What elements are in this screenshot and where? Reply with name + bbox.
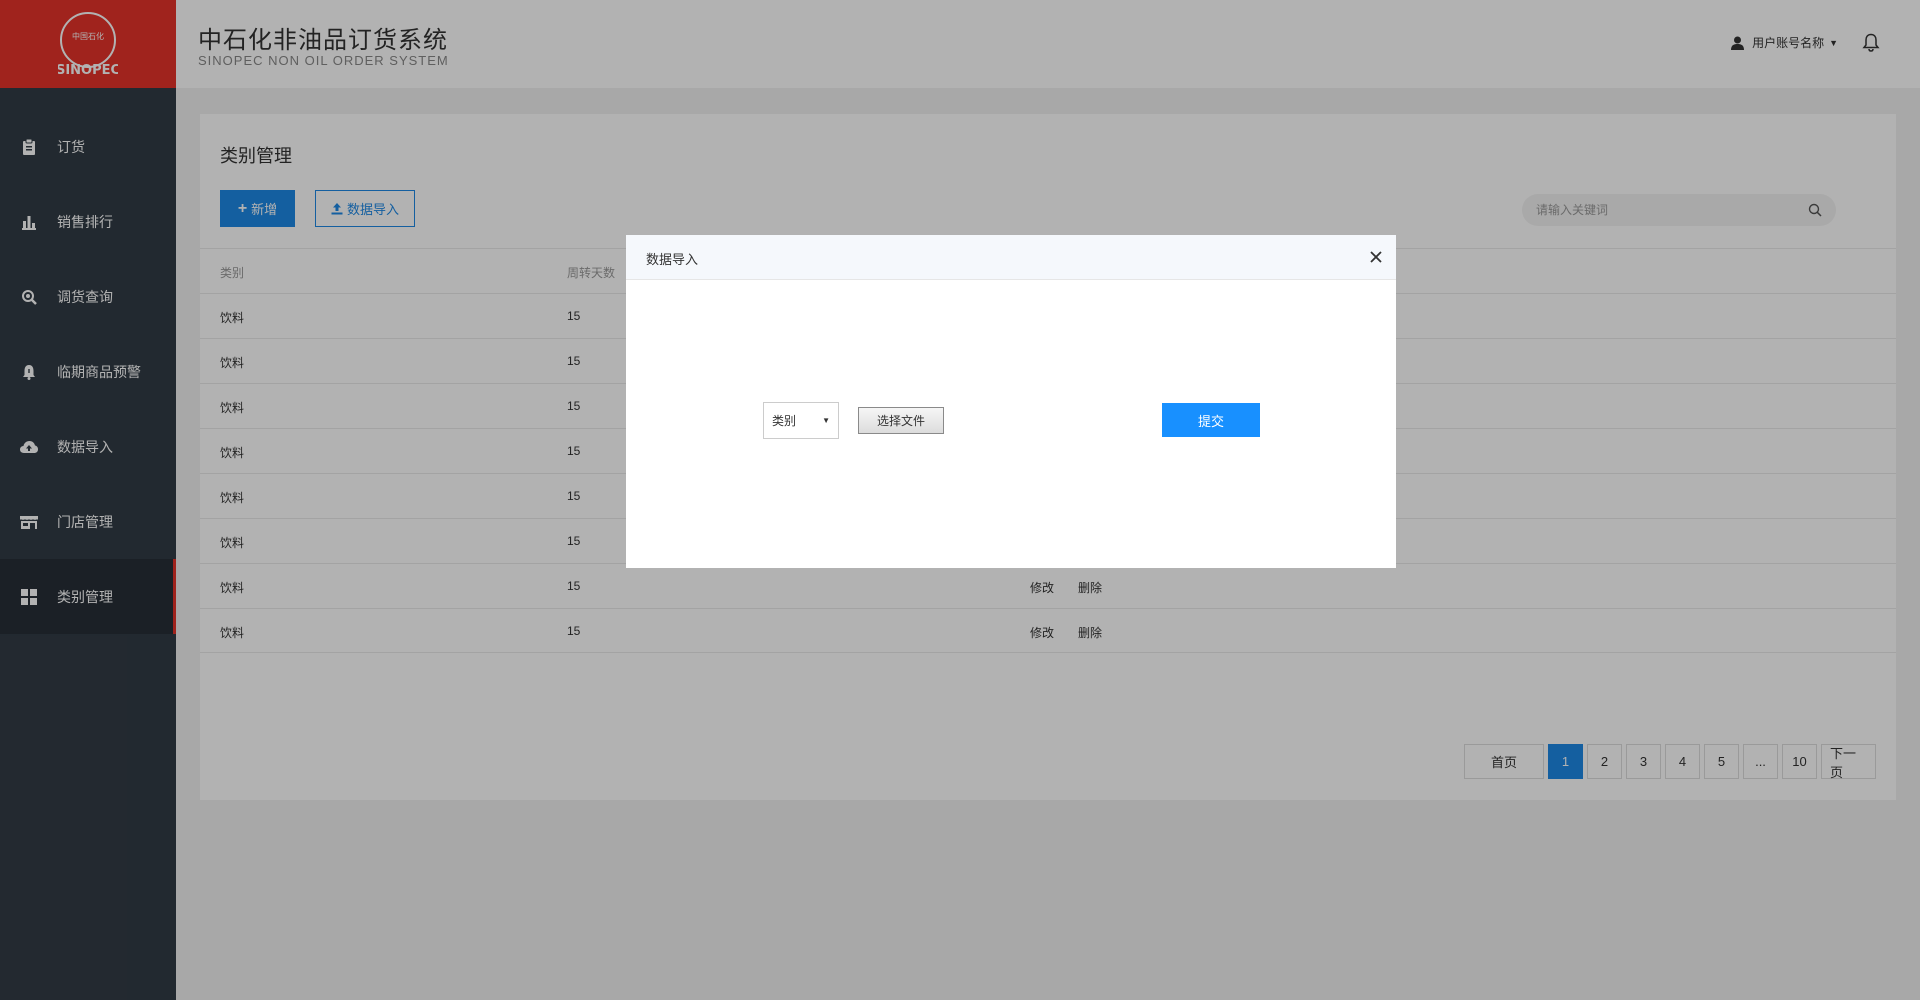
submit-button[interactable]: 提交 — [1162, 403, 1260, 437]
dialog-title: 数据导入 — [646, 252, 699, 267]
category-select[interactable]: 类别 ▼ — [763, 402, 839, 439]
choose-file-button[interactable]: 选择文件 — [858, 407, 944, 434]
dialog-header: 数据导入 — [626, 235, 1396, 280]
chevron-down-icon: ▼ — [822, 416, 830, 425]
close-icon[interactable] — [1368, 249, 1384, 265]
category-select-value: 类别 — [772, 414, 797, 428]
import-dialog: 数据导入 类别 ▼ 选择文件 提交 — [626, 235, 1396, 568]
